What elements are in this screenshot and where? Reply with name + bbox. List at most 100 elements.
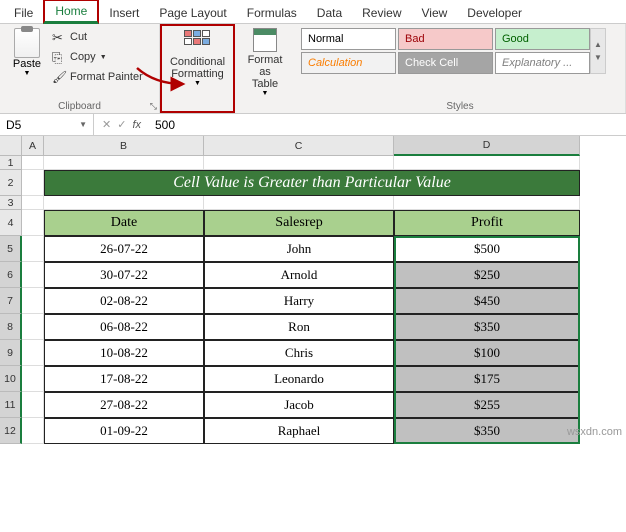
cell-rep-7[interactable]: Harry: [204, 288, 394, 314]
chevron-down-icon[interactable]: ▼: [79, 120, 87, 129]
menu-home[interactable]: Home: [43, 0, 99, 24]
cell-date-5[interactable]: 26-07-22: [44, 236, 204, 262]
header-salesrep[interactable]: Salesrep: [204, 210, 394, 236]
cell-C3[interactable]: [204, 196, 394, 210]
cell-profit-6[interactable]: $250: [394, 262, 580, 288]
row-header-5[interactable]: 5: [0, 236, 22, 262]
paste-button[interactable]: Paste ▼: [6, 26, 48, 86]
menu-formulas[interactable]: Formulas: [237, 3, 307, 23]
row-header-9[interactable]: 9: [0, 340, 22, 366]
format-painter-button[interactable]: Format Painter: [52, 68, 143, 86]
formula-input[interactable]: 500: [149, 118, 626, 132]
cell-date-9[interactable]: 10-08-22: [44, 340, 204, 366]
style-explanatory-[interactable]: Explanatory ...: [495, 52, 590, 74]
cell-A1[interactable]: [22, 156, 44, 170]
chevron-down-icon: ▼: [24, 70, 31, 77]
dialog-launcher-icon[interactable]: ⤡: [150, 101, 157, 112]
copy-button[interactable]: Copy ▼: [52, 48, 143, 66]
menu-developer[interactable]: Developer: [457, 3, 532, 23]
menu-page-layout[interactable]: Page Layout: [149, 3, 236, 23]
row-header-3[interactable]: 3: [0, 196, 22, 210]
col-header-A[interactable]: A: [22, 136, 44, 156]
cell-date-11[interactable]: 27-08-22: [44, 392, 204, 418]
cell-profit-9[interactable]: $100: [394, 340, 580, 366]
cell-D1[interactable]: [394, 156, 580, 170]
style-good[interactable]: Good: [495, 28, 590, 50]
accept-icon[interactable]: ✓: [117, 118, 126, 131]
cell-rep-9[interactable]: Chris: [204, 340, 394, 366]
cell-profit-10[interactable]: $175: [394, 366, 580, 392]
cell-A7[interactable]: [22, 288, 44, 314]
cell-A11[interactable]: [22, 392, 44, 418]
menu-data[interactable]: Data: [307, 3, 352, 23]
col-header-D[interactable]: D: [394, 136, 580, 156]
cell-rep-6[interactable]: Arnold: [204, 262, 394, 288]
cell-rep-10[interactable]: Leonardo: [204, 366, 394, 392]
cell-D3[interactable]: [394, 196, 580, 210]
name-box-value: D5: [6, 118, 21, 132]
cut-button[interactable]: Cut: [52, 28, 143, 46]
cell-date-7[interactable]: 02-08-22: [44, 288, 204, 314]
cancel-icon[interactable]: ✕: [102, 118, 111, 131]
cell-A12[interactable]: [22, 418, 44, 444]
cell-date-6[interactable]: 30-07-22: [44, 262, 204, 288]
format-as-table-icon: [253, 28, 277, 52]
cell-B3[interactable]: [44, 196, 204, 210]
cell-date-8[interactable]: 06-08-22: [44, 314, 204, 340]
cell-date-12[interactable]: 01-09-22: [44, 418, 204, 444]
annotation-arrow: [135, 66, 195, 96]
format-as-table-button[interactable]: Format as Table ▼: [241, 26, 289, 97]
cell-profit-8[interactable]: $350: [394, 314, 580, 340]
cell-A9[interactable]: [22, 340, 44, 366]
row-header-10[interactable]: 10: [0, 366, 22, 392]
cell-C1[interactable]: [204, 156, 394, 170]
paste-icon: [14, 28, 40, 58]
row-header-8[interactable]: 8: [0, 314, 22, 340]
cell-A8[interactable]: [22, 314, 44, 340]
menu-file[interactable]: File: [4, 3, 43, 23]
cell-rep-12[interactable]: Raphael: [204, 418, 394, 444]
cell-date-10[interactable]: 17-08-22: [44, 366, 204, 392]
header-profit[interactable]: Profit: [394, 210, 580, 236]
cell-A10[interactable]: [22, 366, 44, 392]
cell-A3[interactable]: [22, 196, 44, 210]
menu-review[interactable]: Review: [352, 3, 411, 23]
cell-profit-5[interactable]: $500: [394, 236, 580, 262]
cut-label: Cut: [70, 31, 87, 43]
row-header-7[interactable]: 7: [0, 288, 22, 314]
row-header-6[interactable]: 6: [0, 262, 22, 288]
cell-A5[interactable]: [22, 236, 44, 262]
col-header-B[interactable]: B: [44, 136, 204, 156]
menu-insert[interactable]: Insert: [99, 3, 149, 23]
cell-rep-5[interactable]: John: [204, 236, 394, 262]
menu-view[interactable]: View: [412, 3, 458, 23]
cell-rep-8[interactable]: Ron: [204, 314, 394, 340]
fx-icon[interactable]: fx: [132, 119, 141, 131]
cell-A4[interactable]: [22, 210, 44, 236]
cell-A6[interactable]: [22, 262, 44, 288]
cell-B1[interactable]: [44, 156, 204, 170]
header-date[interactable]: Date: [44, 210, 204, 236]
cell-profit-11[interactable]: $255: [394, 392, 580, 418]
name-box[interactable]: D5 ▼: [0, 114, 94, 135]
cell-rep-11[interactable]: Jacob: [204, 392, 394, 418]
style-normal[interactable]: Normal: [301, 28, 396, 50]
cut-icon: [52, 30, 66, 44]
cell-profit-7[interactable]: $450: [394, 288, 580, 314]
select-all-corner[interactable]: [0, 136, 22, 156]
title-banner[interactable]: Cell Value is Greater than Particular Va…: [44, 170, 580, 196]
col-header-C[interactable]: C: [204, 136, 394, 156]
cell-profit-12[interactable]: $350: [394, 418, 580, 444]
style-calculation[interactable]: Calculation: [301, 52, 396, 74]
row-header-2[interactable]: 2: [0, 170, 22, 196]
styles-expand-button[interactable]: ▲▼: [590, 28, 606, 74]
style-check-cell[interactable]: Check Cell: [398, 52, 493, 74]
row-header-1[interactable]: 1: [0, 156, 22, 170]
format-as-table-group: Format as Table ▼: [235, 24, 295, 113]
cell-A2[interactable]: [22, 170, 44, 196]
format-as-table-label: Format as Table: [241, 54, 289, 90]
row-header-11[interactable]: 11: [0, 392, 22, 418]
style-bad[interactable]: Bad: [398, 28, 493, 50]
row-header-4[interactable]: 4: [0, 210, 22, 236]
row-header-12[interactable]: 12: [0, 418, 22, 444]
